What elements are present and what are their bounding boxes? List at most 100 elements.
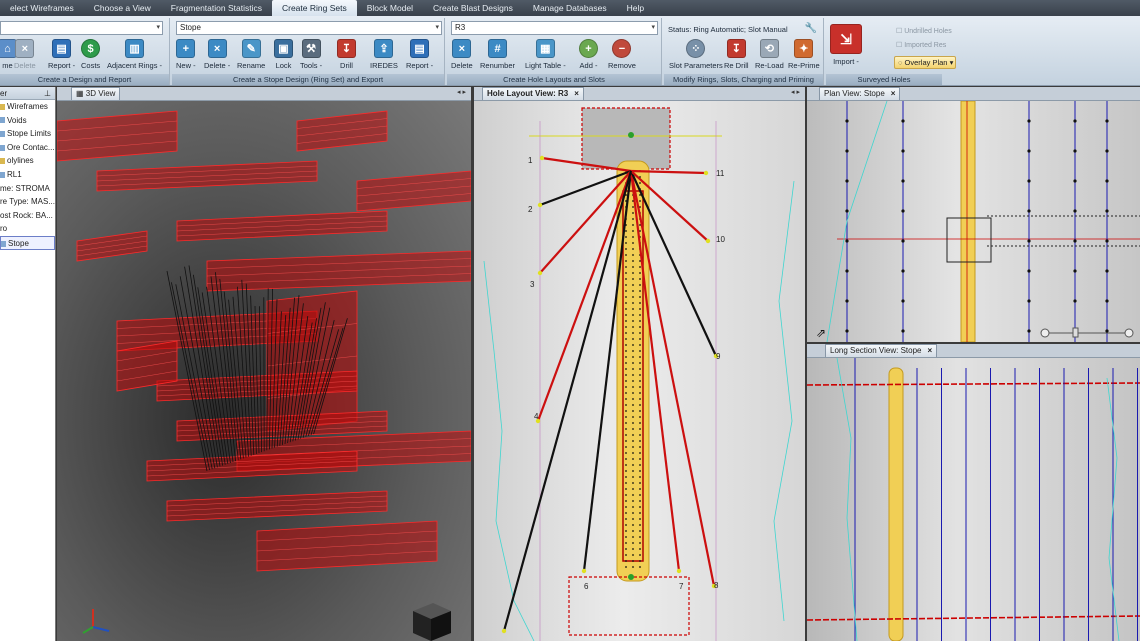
slot-point: [632, 452, 634, 454]
drill-button[interactable]: ↧ Drill: [337, 39, 356, 70]
tree-item[interactable]: RL1: [0, 168, 55, 182]
tree-item[interactable]: Wireframes: [0, 100, 55, 114]
slot-point: [632, 488, 634, 490]
adjacent-rings-button[interactable]: ▥ Adjacent Rings -: [107, 39, 162, 70]
tools-button[interactable]: ⚒ Tools -: [300, 39, 322, 70]
close-icon[interactable]: ×: [574, 89, 579, 98]
stope-report-button[interactable]: ▤ Report -: [406, 39, 433, 70]
ring-combo[interactable]: R3 ▾: [451, 21, 658, 35]
plan-canvas[interactable]: ⇗: [807, 101, 1140, 342]
slot-point: [625, 500, 627, 502]
tree-item[interactable]: Ore Contac...: [0, 141, 55, 155]
slot-point: [632, 326, 634, 328]
menu-tab[interactable]: Fragmentation Statistics: [161, 0, 272, 16]
tree-item[interactable]: ro: [0, 222, 55, 236]
report-button[interactable]: ▤ Report -: [48, 39, 75, 70]
menu-tab[interactable]: Create Ring Sets: [271, 0, 357, 16]
zoom-slider[interactable]: [1040, 327, 1134, 338]
report-icon: ▤: [52, 39, 72, 58]
pin-icon[interactable]: ⊥: [44, 87, 51, 100]
tree-item[interactable]: ost Rock: BA...: [0, 209, 55, 223]
light-table-button[interactable]: ▦ Light Table -: [525, 39, 566, 70]
wireframe-combo[interactable]: ▾: [0, 21, 163, 35]
slot-point: [632, 272, 634, 274]
menu-tab[interactable]: elect Wireframes: [0, 0, 84, 16]
slot-parameters-button[interactable]: ⁘ Slot Parameters: [669, 39, 723, 70]
tab-long-section[interactable]: Long Section View: Stope ×: [825, 344, 938, 357]
tree-item-label: olylines: [7, 156, 34, 166]
overlay-plan-button[interactable]: ◌ Overlay Plan ▾: [894, 56, 956, 69]
rename-button[interactable]: ✎ Rename: [237, 39, 265, 70]
costs-button[interactable]: $ Costs: [81, 39, 100, 70]
hole-number: 3: [530, 280, 535, 289]
tree-item[interactable]: Stope: [0, 235, 55, 250]
renumber-button[interactable]: # Renumber: [480, 39, 515, 70]
slot-point: [639, 344, 641, 346]
slot-point: [639, 308, 641, 310]
slot-point: [632, 344, 634, 346]
delete-design-button[interactable]: × Delete: [14, 39, 36, 70]
new-stope-button[interactable]: + New -: [176, 39, 196, 70]
reload-button[interactable]: ⟲ Re-Load: [755, 39, 784, 70]
tree-item[interactable]: Voids: [0, 114, 55, 128]
slot-point: [625, 536, 627, 538]
tab-nav-arrows[interactable]: ◂ ▸: [791, 88, 800, 96]
menu-tab[interactable]: Choose a View: [84, 0, 161, 16]
import-button[interactable]: ⇲ Import -: [830, 24, 862, 66]
add-icon: +: [579, 39, 598, 58]
iredes-button[interactable]: ⇪ IREDES: [370, 39, 398, 70]
tree-item[interactable]: me: STROMA: [0, 182, 55, 196]
tab-plan-view[interactable]: Plan View: Stope ×: [819, 87, 901, 100]
slot-point: [639, 392, 641, 394]
menu-tab[interactable]: Help: [617, 0, 654, 16]
hole-point: [845, 329, 849, 333]
menu-tab[interactable]: Create Blast Designs: [423, 0, 523, 16]
slot-point: [639, 278, 641, 280]
slot-point: [632, 260, 634, 262]
imported-res-toggle[interactable]: ☐ Imported Res: [896, 41, 946, 49]
close-icon[interactable]: ×: [891, 89, 896, 98]
delete-ring-button[interactable]: × Delete: [451, 39, 473, 70]
stope-combo[interactable]: Stope ▾: [176, 21, 442, 35]
collar-point: [628, 132, 634, 138]
wrench-icon[interactable]: 🔧: [805, 23, 817, 34]
menu-tab[interactable]: Block Model: [357, 0, 423, 16]
slot-point: [639, 524, 641, 526]
slot-icon: ⁘: [686, 39, 706, 58]
close-icon[interactable]: ×: [927, 346, 932, 355]
redrill-button[interactable]: ↧ Re Drill: [724, 39, 749, 70]
slot-point: [625, 284, 627, 286]
remove-hole-button[interactable]: − Remove: [608, 39, 636, 70]
long-section-canvas[interactable]: [807, 358, 1140, 641]
hole-layout-canvas[interactable]: 1 2 3 4 6 7 8 9 10 11: [474, 101, 805, 641]
hole-point: [845, 209, 849, 213]
add-hole-button[interactable]: + Add -: [579, 39, 598, 70]
tab-3d-view[interactable]: ▦ 3D View: [71, 87, 121, 100]
slot-point: [639, 554, 641, 556]
wireframe-icon: [0, 144, 5, 151]
delete-stope-button[interactable]: × Delete -: [204, 39, 230, 70]
tab-hole-layout[interactable]: Hole Layout View: R3 ×: [482, 87, 584, 100]
hole-toe: [501, 628, 507, 634]
slot-point: [625, 512, 627, 514]
view-cube-icon[interactable]: [413, 603, 451, 641]
slot-point: [639, 302, 641, 304]
menu-tab[interactable]: Manage Databases: [523, 0, 617, 16]
tree-item[interactable]: re Type: MAS...: [0, 195, 55, 209]
tab-nav-arrows[interactable]: ◂ ▸: [457, 88, 466, 96]
slot-point: [625, 302, 627, 304]
tree-item[interactable]: Stope Limits: [0, 127, 55, 141]
slot-point: [632, 512, 634, 514]
slot-point: [625, 332, 627, 334]
tree-item[interactable]: olylines: [0, 154, 55, 168]
slot-point: [625, 554, 627, 556]
tree-item-label: Voids: [7, 115, 27, 125]
hole-point: [901, 239, 905, 243]
reprime-button[interactable]: ✦ Re-Prime: [788, 39, 820, 70]
slot-point: [632, 518, 634, 520]
hole-point: [1027, 329, 1031, 333]
lock-button[interactable]: ▣ Lock: [274, 39, 293, 70]
slot-point: [625, 362, 627, 364]
view3d-canvas[interactable]: [57, 101, 471, 641]
undrilled-holes-toggle[interactable]: ☐ Undrilled Holes: [896, 27, 952, 35]
